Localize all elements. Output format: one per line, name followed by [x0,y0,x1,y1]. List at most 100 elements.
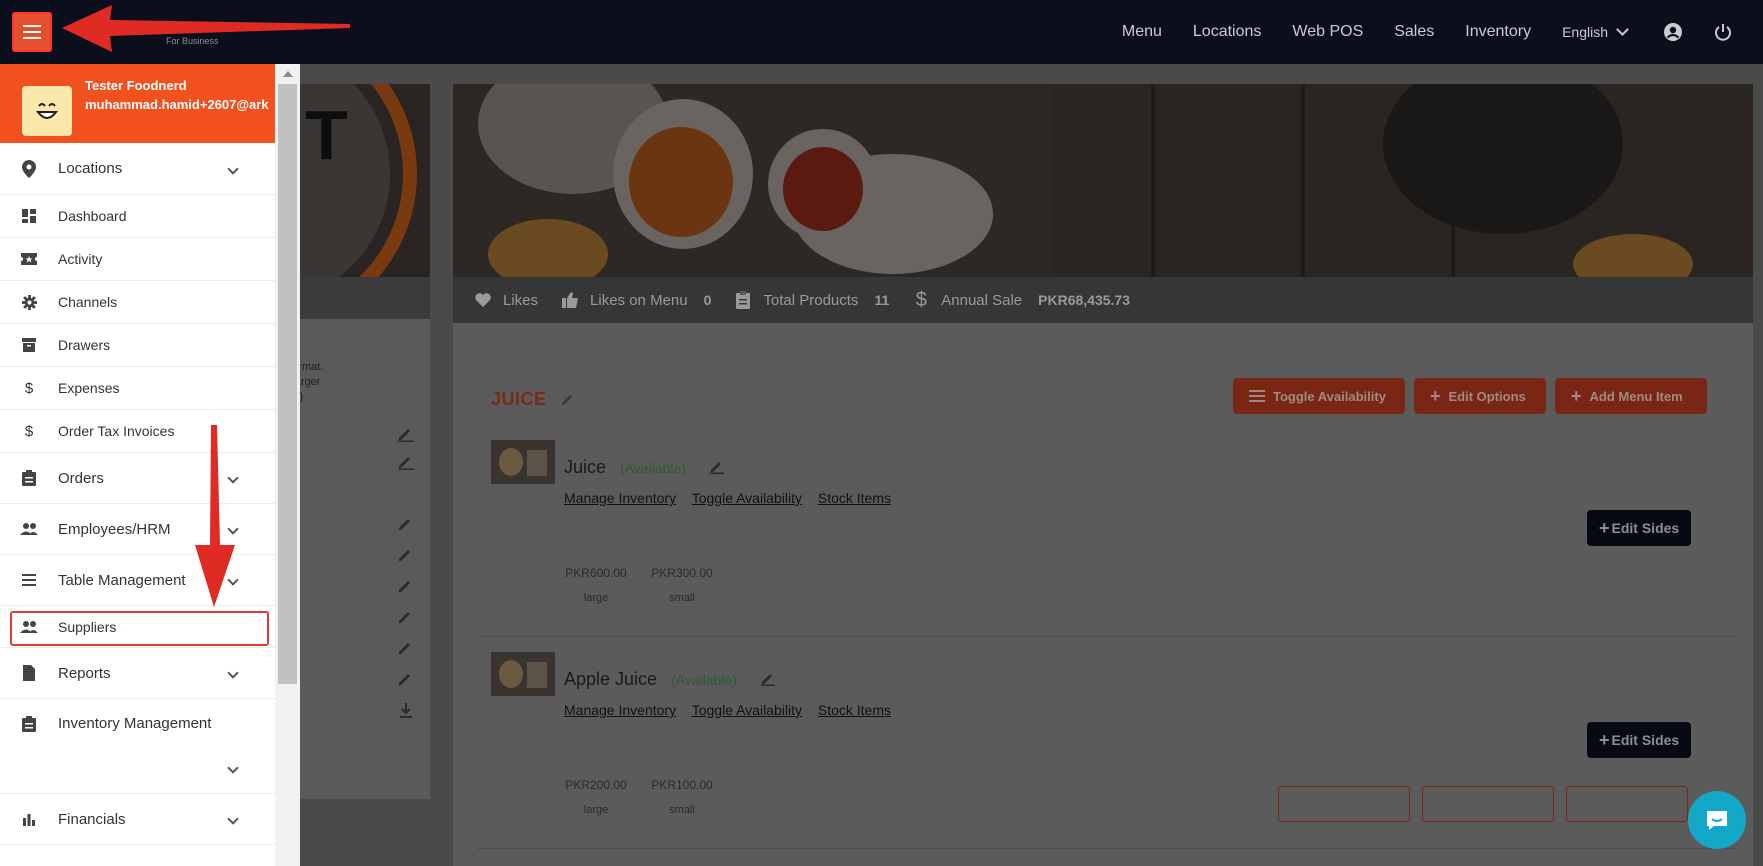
chat-icon [1707,811,1727,830]
pencil-icon[interactable] [397,514,415,532]
edit-options-button[interactable]: + Edit Options [1414,378,1546,414]
size-label: large [583,592,609,604]
pencil-icon[interactable] [397,607,415,625]
plus-icon: + [1571,385,1582,406]
sidebar-item-inventory-management[interactable]: Inventory Management [0,699,275,794]
pencil-icon[interactable] [397,452,415,470]
divider [477,636,1737,637]
svg-text:T: T [305,96,348,174]
manage-inventory-link[interactable]: Manage Inventory [564,490,676,506]
sidebar-item-drawers[interactable]: Drawers [0,324,275,367]
location-pin-icon [20,159,38,178]
bottom-add-menu-button[interactable] [1566,786,1688,822]
power-icon[interactable] [1713,22,1733,42]
manage-inventory-link[interactable]: Manage Inventory [564,702,676,718]
sidebar-item-channels[interactable]: Channels [0,281,275,324]
sidebar-item-order-tax-invoices[interactable]: $ Order Tax Invoices [0,410,275,453]
language-select[interactable]: English [1562,23,1629,40]
sidebar-item-financials[interactable]: Financials [0,794,275,845]
toggle-availability-link[interactable]: Toggle Availability [692,702,802,718]
plus-icon: + [1430,385,1441,406]
logo-subtitle: For Business [166,36,219,46]
edit-sides-button[interactable]: + Edit Sides [1587,510,1692,546]
list-item: Juice (Available) Manage Inventory Toggle… [477,440,1737,630]
sidebar-item-locations[interactable]: Locations [0,143,275,195]
pencil-icon[interactable] [760,670,776,686]
chevron-down-icon [1616,23,1629,36]
chevron-down-icon [227,813,239,825]
sidebar-scrollbar[interactable] [275,64,300,866]
chevron-down-icon [227,667,239,679]
smiley-icon [35,103,59,119]
item-name: Apple Juice (Available) [564,669,776,690]
item-links: Manage Inventory Toggle Availability Sto… [564,490,903,506]
ticket-icon [20,250,38,268]
price-value: PKR300.00 [651,566,713,580]
chat-button[interactable] [1688,791,1746,849]
stat-total-products: Total Products 11 [733,290,889,310]
scroll-up-arrow-icon[interactable] [283,71,293,77]
nav-menu[interactable]: Menu [1122,23,1162,41]
availability-label: (Available) [620,460,686,476]
pencil-icon[interactable] [560,391,576,407]
pencil-icon[interactable] [397,669,415,687]
clipboard-icon [736,291,751,309]
stat-annual-sale: $ Annual Sale PKR68,435.73 [911,290,1130,310]
pencil-icon[interactable] [397,576,415,594]
sidebar-item-orders[interactable]: Orders [0,453,275,504]
account-icon[interactable] [1663,22,1683,42]
toggle-availability-button[interactable]: Toggle Availability [1233,378,1405,414]
item-thumbnail [491,652,555,696]
chevron-down-icon [227,574,239,586]
annual-sale-label: Annual Sale [941,291,1023,309]
size-label: large [583,804,609,816]
sidebar-item-activity[interactable]: Activity [0,238,275,281]
bottom-add-menu-item-button[interactable] [1422,786,1554,822]
sidebar: Tester Foodnerd muhammad.hamid+2607@ark … [0,64,275,866]
sidebar-item-reports[interactable]: Reports [0,648,275,699]
bottom-edit-options-button[interactable] [1278,786,1410,822]
section-title: JUICE [491,389,576,410]
menu-card: Likes Likes on Menu 0 Total Products 11 … [453,84,1753,866]
dollar-icon: $ [24,422,34,440]
dashboard-icon [20,207,38,225]
nav-inventory[interactable]: Inventory [1465,23,1531,41]
total-products-label: Total Products [763,291,859,309]
stock-items-link[interactable]: Stock Items [818,702,891,718]
hamburger-menu-button[interactable] [12,12,52,52]
likes-on-menu-label: Likes on Menu [590,291,688,309]
availability-label: (Available) [671,672,737,688]
bar-chart-icon [20,810,38,828]
download-icon[interactable] [397,701,415,719]
sidebar-item-table-management[interactable]: Table Management [0,555,275,606]
sidebar-item-employees-hrm[interactable]: Employees/HRM [0,504,275,555]
nav-sales[interactable]: Sales [1394,23,1434,41]
avatar [22,86,72,136]
dollar-icon: $ [24,379,34,397]
divider [477,848,1737,849]
hamburger-icon [23,31,41,33]
list-icon [20,571,38,589]
pencil-icon[interactable] [397,638,415,656]
sidebar-item-expenses[interactable]: $ Expenses [0,367,275,410]
price-value: PKR100.00 [651,778,713,792]
nav-web-pos[interactable]: Web POS [1292,23,1363,41]
total-products-value: 11 [874,292,890,308]
scrollbar-thumb[interactable] [278,84,297,684]
dollar-icon: $ [915,289,927,311]
item-links: Manage Inventory Toggle Availability Sto… [564,702,903,718]
sidebar-item-dashboard[interactable]: Dashboard [0,195,275,238]
annual-sale-value: PKR68,435.73 [1038,292,1130,308]
pencil-icon[interactable] [709,458,725,474]
stat-likes-on-menu: Likes on Menu 0 [560,290,711,310]
nav-locations[interactable]: Locations [1193,23,1262,41]
edit-sides-button[interactable]: + Edit Sides [1587,722,1692,758]
stock-items-link[interactable]: Stock Items [818,490,891,506]
plus-icon: + [1599,517,1610,538]
toggle-availability-link[interactable]: Toggle Availability [692,490,802,506]
size-label: small [669,592,695,604]
top-nav: Menu Locations Web POS Sales Inventory E… [1122,0,1763,64]
pencil-icon[interactable] [397,424,415,442]
add-menu-item-button[interactable]: + Add Menu Item [1555,378,1707,414]
pencil-icon[interactable] [397,545,415,563]
